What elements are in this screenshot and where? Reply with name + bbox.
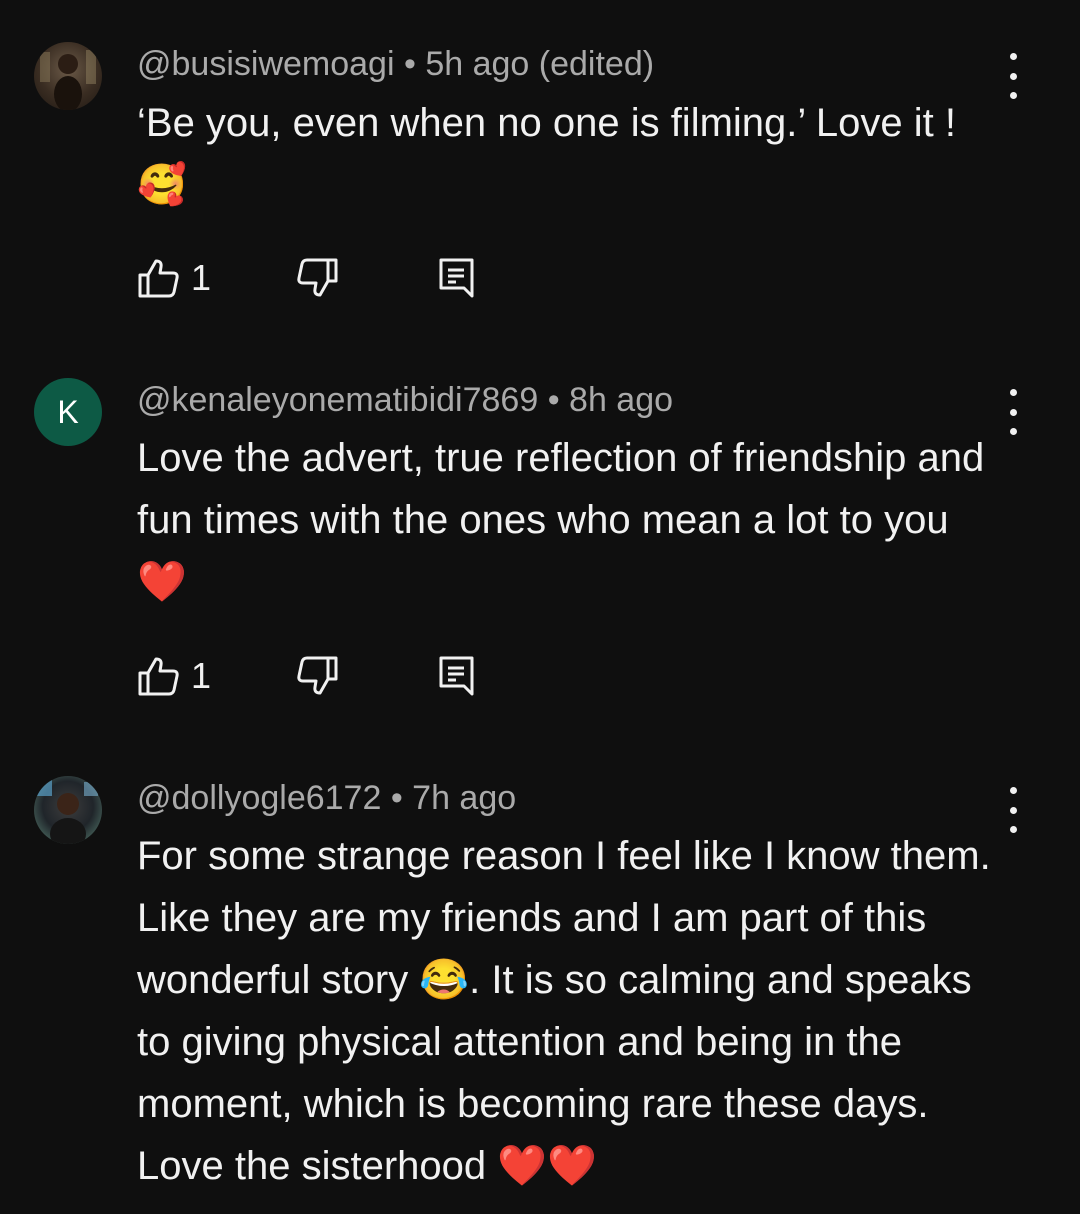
author-handle[interactable]: @busisiwemoagi [137, 45, 395, 83]
author-handle[interactable]: @dollyogle6172 [137, 779, 381, 817]
comment-time: 8h ago [569, 381, 674, 419]
comment-text: Love the advert, true reflection of frie… [137, 436, 985, 604]
like-count: 1 [191, 655, 212, 696]
dislike-button[interactable] [295, 654, 339, 698]
thumbs-up-icon [137, 654, 181, 698]
meta-separator: • [403, 45, 416, 83]
more-dot-icon [1009, 826, 1017, 833]
more-dot-icon [1009, 72, 1017, 80]
like-button[interactable]: 1 [137, 654, 211, 698]
more-dot-icon [1009, 806, 1017, 814]
like-button[interactable]: 1 [137, 256, 211, 300]
avatar[interactable]: K [34, 378, 102, 446]
more-dot-icon [1009, 787, 1017, 794]
dislike-button[interactable] [295, 256, 339, 300]
comment-text: For some strange reason I feel like I kn… [137, 834, 991, 1188]
meta-separator: • [390, 779, 403, 817]
avatar[interactable] [34, 776, 102, 844]
thumbs-down-icon [295, 654, 339, 698]
comment-meta: @kenaleyonematibidi7869 • 8h ago [137, 380, 673, 420]
more-dot-icon [1009, 428, 1017, 435]
emoji: 😂 [419, 958, 470, 1002]
comment-meta: @dollyogle6172 • 7h ago [137, 778, 516, 818]
thumbs-up-icon [137, 256, 181, 300]
reply-button[interactable] [437, 256, 477, 300]
reply-button[interactable] [437, 654, 477, 698]
comment-time: 5h ago (edited) [425, 45, 655, 83]
reply-icon [437, 654, 477, 698]
like-count: 1 [191, 257, 212, 298]
emoji: ❤️ [137, 560, 187, 604]
author-handle[interactable]: @kenaleyonematibidi7869 [137, 381, 538, 419]
comment-meta: @busisiwemoagi • 5h ago (edited) [137, 44, 654, 84]
comment-time: 7h ago [412, 779, 517, 817]
avatar-letter: K [57, 393, 79, 430]
emoji: 🥰 [137, 163, 187, 207]
emoji: ❤️❤️ [497, 1144, 597, 1188]
more-dot-icon [1009, 53, 1017, 60]
more-dot-icon [1009, 408, 1017, 416]
more-options-button[interactable] [998, 389, 1028, 435]
comment-text: ‘Be you, even when no one is filming.’ L… [137, 101, 956, 207]
reply-icon [437, 256, 477, 300]
thumbs-down-icon [295, 256, 339, 300]
avatar[interactable] [34, 42, 102, 110]
meta-separator: • [547, 381, 560, 419]
more-dot-icon [1009, 389, 1017, 396]
